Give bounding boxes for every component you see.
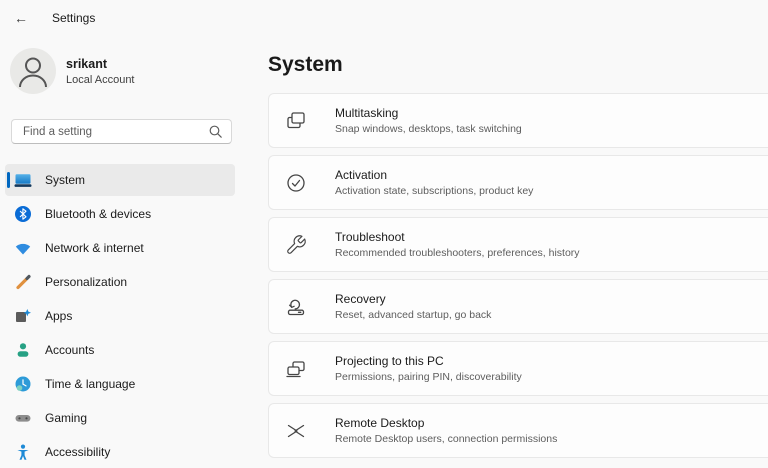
main-panel: System Multitasking Snap windows, deskto… bbox=[248, 36, 768, 458]
sidebar-item-label: Apps bbox=[45, 309, 73, 323]
sidebar-item-label: Bluetooth & devices bbox=[45, 207, 152, 221]
titlebar: ← Settings bbox=[0, 0, 768, 36]
avatar bbox=[10, 48, 56, 94]
search-input[interactable] bbox=[11, 119, 232, 144]
sidebar-item-label: Time & language bbox=[45, 377, 136, 391]
multitasking-icon bbox=[285, 110, 307, 132]
card-subtitle: Permissions, pairing PIN, discoverabilit… bbox=[335, 371, 522, 383]
sidebar-nav: System Bluetooth & devices Network & int… bbox=[5, 164, 248, 468]
recovery-icon bbox=[285, 296, 307, 318]
sidebar-item-accessibility[interactable]: Accessibility bbox=[5, 436, 235, 468]
sidebar-item-system[interactable]: System bbox=[5, 164, 235, 196]
sidebar-item-personalization[interactable]: Personalization bbox=[5, 266, 235, 298]
card-subtitle: Snap windows, desktops, task switching bbox=[335, 123, 522, 135]
person-icon bbox=[19, 57, 47, 88]
settings-card-recovery[interactable]: Recovery Reset, advanced startup, go bac… bbox=[268, 279, 768, 334]
sidebar-item-label: Personalization bbox=[45, 275, 128, 289]
accessibility-icon bbox=[14, 443, 32, 461]
card-title: Recovery bbox=[335, 292, 386, 306]
sidebar: srikant Local Account Find a setting Sys… bbox=[0, 36, 248, 460]
settings-card-remote-desktop[interactable]: Remote Desktop Remote Desktop users, con… bbox=[268, 403, 768, 458]
wifi-icon bbox=[14, 239, 32, 257]
account-type: Local Account bbox=[66, 73, 135, 86]
back-arrow-icon: ← bbox=[14, 10, 28, 26]
clock-icon bbox=[14, 375, 32, 393]
page-title: System bbox=[268, 53, 343, 76]
sidebar-item-label: Network & internet bbox=[45, 241, 144, 255]
bluetooth-icon bbox=[14, 205, 32, 223]
settings-card-projecting[interactable]: Projecting to this PC Permissions, pairi… bbox=[268, 341, 768, 396]
gamepad-icon bbox=[14, 409, 32, 427]
card-subtitle: Recommended troubleshooters, preferences… bbox=[335, 247, 580, 259]
sidebar-item-gaming[interactable]: Gaming bbox=[5, 402, 235, 434]
troubleshoot-wrench-icon bbox=[285, 234, 307, 256]
card-title: Activation bbox=[335, 168, 388, 182]
card-subtitle: Activation state, subscriptions, product… bbox=[335, 185, 534, 197]
account-name: srikant bbox=[66, 56, 107, 71]
remote-desktop-icon bbox=[285, 420, 307, 442]
settings-window: ← Settings srikant Local Account Find a … bbox=[0, 0, 768, 460]
sidebar-item-label: Accounts bbox=[45, 343, 95, 357]
sidebar-item-label: System bbox=[45, 173, 86, 187]
paintbrush-icon bbox=[14, 273, 32, 291]
card-title: Multitasking bbox=[335, 106, 399, 120]
card-title: Projecting to this PC bbox=[335, 354, 444, 368]
account-profile[interactable]: srikant Local Account bbox=[10, 48, 248, 94]
settings-card-multitasking[interactable]: Multitasking Snap windows, desktops, tas… bbox=[268, 93, 768, 148]
card-title: Remote Desktop bbox=[335, 416, 425, 430]
card-subtitle: Remote Desktop users, connection permiss… bbox=[335, 433, 558, 445]
settings-card-troubleshoot[interactable]: Troubleshoot Recommended troubleshooters… bbox=[268, 217, 768, 272]
sidebar-item-label: Accessibility bbox=[45, 445, 111, 459]
sidebar-item-time-language[interactable]: Time & language bbox=[5, 368, 235, 400]
sidebar-item-bluetooth-devices[interactable]: Bluetooth & devices bbox=[5, 198, 235, 230]
sidebar-item-accounts[interactable]: Accounts bbox=[5, 334, 235, 366]
sidebar-item-label: Gaming bbox=[45, 411, 88, 425]
accounts-icon bbox=[14, 341, 32, 359]
sidebar-item-network-internet[interactable]: Network & internet bbox=[5, 232, 235, 264]
projecting-screens-icon bbox=[285, 358, 307, 380]
system-icon bbox=[14, 171, 32, 189]
window-title: Settings bbox=[52, 11, 96, 25]
card-title: Troubleshoot bbox=[335, 230, 405, 244]
apps-icon bbox=[14, 307, 32, 325]
card-subtitle: Reset, advanced startup, go back bbox=[335, 309, 492, 321]
settings-card-activation[interactable]: Activation Activation state, subscriptio… bbox=[268, 155, 768, 210]
back-button[interactable]: ← bbox=[14, 7, 40, 29]
sidebar-item-apps[interactable]: Apps bbox=[5, 300, 235, 332]
activation-icon bbox=[285, 172, 307, 194]
